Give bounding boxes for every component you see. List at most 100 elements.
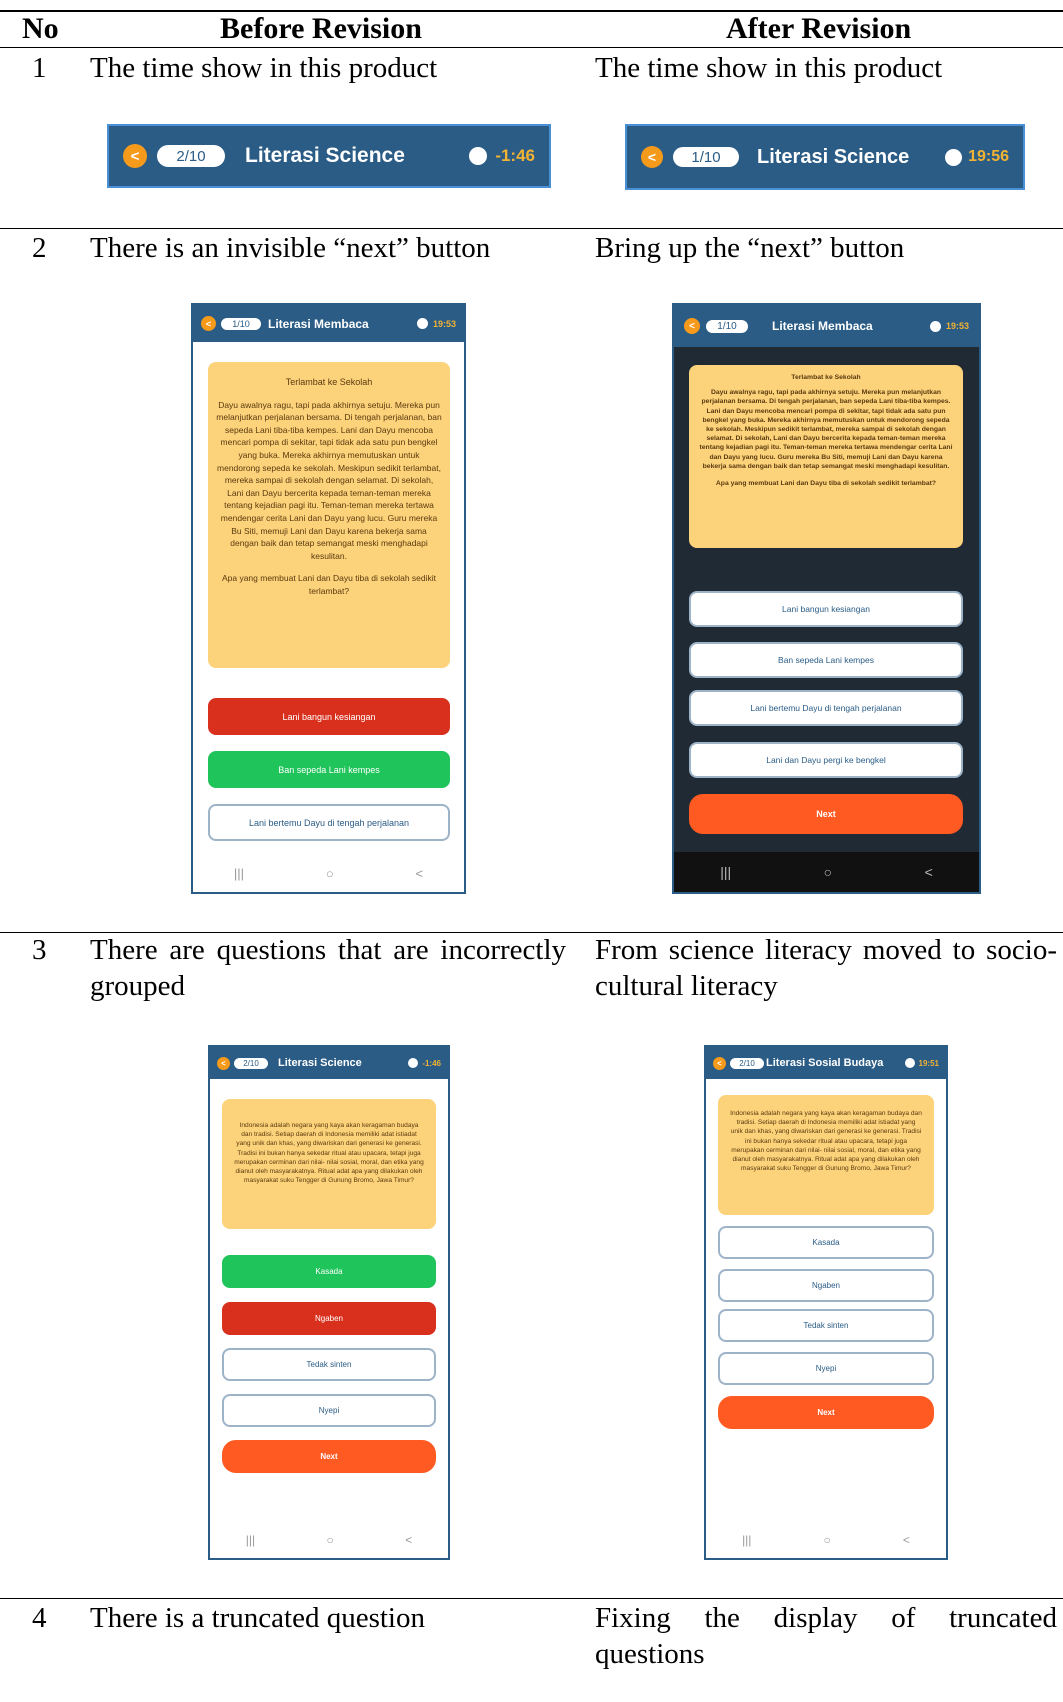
quiz-top-bar: < 1/10 Literasi Membaca 19:53 <box>674 305 979 347</box>
progress-pill: 2/10 <box>157 145 225 167</box>
timer: 19:53 <box>945 321 969 331</box>
row-3-before-text: There are questions that are incorrectly… <box>90 934 566 1002</box>
answer-option-correct[interactable]: Kasada <box>222 1255 436 1288</box>
question-text: Apa yang membuat Lani dan Dayu tiba di s… <box>221 573 437 596</box>
answer-option[interactable]: Nyepi <box>222 1394 436 1427</box>
answer-option[interactable]: Ngaben <box>718 1269 934 1302</box>
answer-option-wrong[interactable]: Lani bangun kesiangan <box>208 698 450 735</box>
quiz-title: Literasi Membaca <box>772 319 873 333</box>
next-button[interactable]: Next <box>689 794 963 834</box>
answer-option[interactable]: Lani bertemu Dayu di tengah perjalanan <box>208 804 450 841</box>
recents-icon[interactable]: ||| <box>246 1533 255 1547</box>
story-title: Terlambat ke Sekolah <box>791 374 861 381</box>
timer: 19:51 <box>918 1058 939 1068</box>
answer-option[interactable]: Tedak sinten <box>718 1309 934 1342</box>
stopwatch-icon <box>929 320 941 332</box>
quiz-title: Literasi Sosial Budaya <box>766 1057 884 1069</box>
question-card: Indonesia adalah negara yang kaya akan k… <box>718 1095 934 1215</box>
quiz-title: Literasi Science <box>278 1057 362 1069</box>
header-before: Before Revision <box>220 12 422 45</box>
quiz-top-bar: < 1/10 Literasi Membaca 19:53 <box>193 305 464 342</box>
answer-option[interactable]: Lani bangun kesiangan <box>689 591 963 627</box>
question-card: Indonesia adalah negara yang kaya akan k… <box>222 1099 436 1229</box>
android-nav-bar: ||| ○ < <box>706 1522 946 1558</box>
next-button[interactable]: Next <box>222 1440 436 1473</box>
back-icon[interactable]: < <box>123 144 147 168</box>
answer-option[interactable]: Lani bertemu Dayu di tengah perjalanan <box>689 690 963 726</box>
row-3-no: 3 <box>32 934 47 966</box>
answer-option[interactable]: Ban sepeda Lani kempes <box>689 642 963 678</box>
recents-icon[interactable]: ||| <box>742 1533 751 1547</box>
back-nav-icon[interactable]: < <box>925 864 933 880</box>
stopwatch-icon <box>408 1058 419 1068</box>
row-4-before: There is a truncated question <box>90 1602 425 1634</box>
back-nav-icon[interactable]: < <box>903 1533 910 1547</box>
quiz-top-bar: < 2/10 Literasi Sosial Budaya 19:51 <box>706 1047 946 1079</box>
header-no: No <box>22 12 59 45</box>
row-4-after-text: Fixing the display of truncated question… <box>595 1602 1057 1670</box>
row-1-no: 1 <box>32 52 47 84</box>
home-icon[interactable]: ○ <box>326 866 334 881</box>
row-4-after: Fixing the display of truncated question… <box>595 1600 1057 1672</box>
story-text: Dayu awalnya ragu, tapi pada akhirnya se… <box>216 399 442 561</box>
recents-icon[interactable]: ||| <box>720 864 731 880</box>
answer-option-wrong[interactable]: Ngaben <box>222 1302 436 1335</box>
next-button[interactable]: Next <box>718 1396 934 1429</box>
row-rule-3 <box>0 1598 1063 1599</box>
after-phone-screen: < 1/10 Literasi Membaca 19:53 Terlambat … <box>672 303 981 894</box>
android-nav-bar: ||| ○ < <box>674 852 979 892</box>
answer-option[interactable]: Tedak sinten <box>222 1348 436 1381</box>
row-2-no: 2 <box>32 232 47 264</box>
after-phone-screen: < 2/10 Literasi Sosial Budaya 19:51 Indo… <box>704 1045 948 1560</box>
story-title: Terlambat ke Sekolah <box>285 377 373 387</box>
story-text: Dayu awalnya ragu, tapi pada akhirnya se… <box>699 389 953 470</box>
story-text: Indonesia adalah negara yang kaya akan k… <box>234 1122 424 1185</box>
back-icon[interactable]: < <box>684 318 700 334</box>
answer-option-correct[interactable]: Ban sepeda Lani kempes <box>208 751 450 788</box>
recents-icon[interactable]: ||| <box>234 866 244 881</box>
answer-option[interactable]: Kasada <box>718 1226 934 1259</box>
stopwatch-icon <box>904 1058 915 1068</box>
row-3-before: There are questions that are incorrectly… <box>90 932 566 1004</box>
before-phone-screen: < 2/10 Literasi Science -1:46 Indonesia … <box>208 1045 450 1560</box>
progress-pill: 2/10 <box>730 1057 764 1069</box>
back-nav-icon[interactable]: < <box>405 1533 412 1547</box>
row-3-after-text: From science literacy moved to socio-cul… <box>595 934 1057 1002</box>
row-1-before: The time show in this product <box>90 52 438 84</box>
header-after: After Revision <box>726 12 912 45</box>
timer: 19:56 <box>968 148 1009 165</box>
after-time-bar: < 1/10 Literasi Science 19:56 <box>625 124 1025 190</box>
android-nav-bar: ||| ○ < <box>210 1522 448 1558</box>
quiz-title: Literasi Science <box>245 144 405 167</box>
stopwatch-icon <box>416 318 428 329</box>
quiz-title: Literasi Membaca <box>268 316 369 331</box>
back-icon[interactable]: < <box>713 1056 726 1070</box>
quiz-top-bar: < 2/10 Literasi Science -1:46 <box>210 1047 448 1079</box>
row-2-after: Bring up the “next” button <box>595 232 905 264</box>
row-4-no: 4 <box>32 1602 47 1634</box>
progress-pill: 1/10 <box>706 319 748 333</box>
row-2-before: There is an invisible “next” button <box>90 232 491 264</box>
home-icon[interactable]: ○ <box>824 1533 831 1547</box>
back-icon[interactable]: < <box>201 316 216 331</box>
quiz-title: Literasi Science <box>757 145 910 168</box>
row-3-after: From science literacy moved to socio-cul… <box>595 932 1057 1004</box>
header-rule <box>0 47 1063 48</box>
back-icon[interactable]: < <box>641 146 663 168</box>
timer: -1:46 <box>422 1058 441 1068</box>
home-icon[interactable]: ○ <box>824 864 832 880</box>
back-nav-icon[interactable]: < <box>415 866 423 881</box>
before-time-bar: < 2/10 Literasi Science -1:46 <box>107 124 551 188</box>
home-icon[interactable]: ○ <box>327 1533 334 1547</box>
stopwatch-icon <box>469 147 488 165</box>
stopwatch-icon <box>945 148 963 166</box>
row-rule-1 <box>0 228 1063 229</box>
progress-pill: 2/10 <box>234 1057 268 1069</box>
back-icon[interactable]: < <box>217 1056 230 1070</box>
progress-pill: 1/10 <box>673 147 739 167</box>
timer: -1:46 <box>495 146 535 165</box>
before-phone-screen: < 1/10 Literasi Membaca 19:53 Terlambat … <box>191 303 466 894</box>
answer-option[interactable]: Lani dan Dayu pergi ke bengkel <box>689 742 963 778</box>
answer-option[interactable]: Nyepi <box>718 1352 934 1385</box>
android-nav-bar: ||| ○ < <box>193 854 464 892</box>
